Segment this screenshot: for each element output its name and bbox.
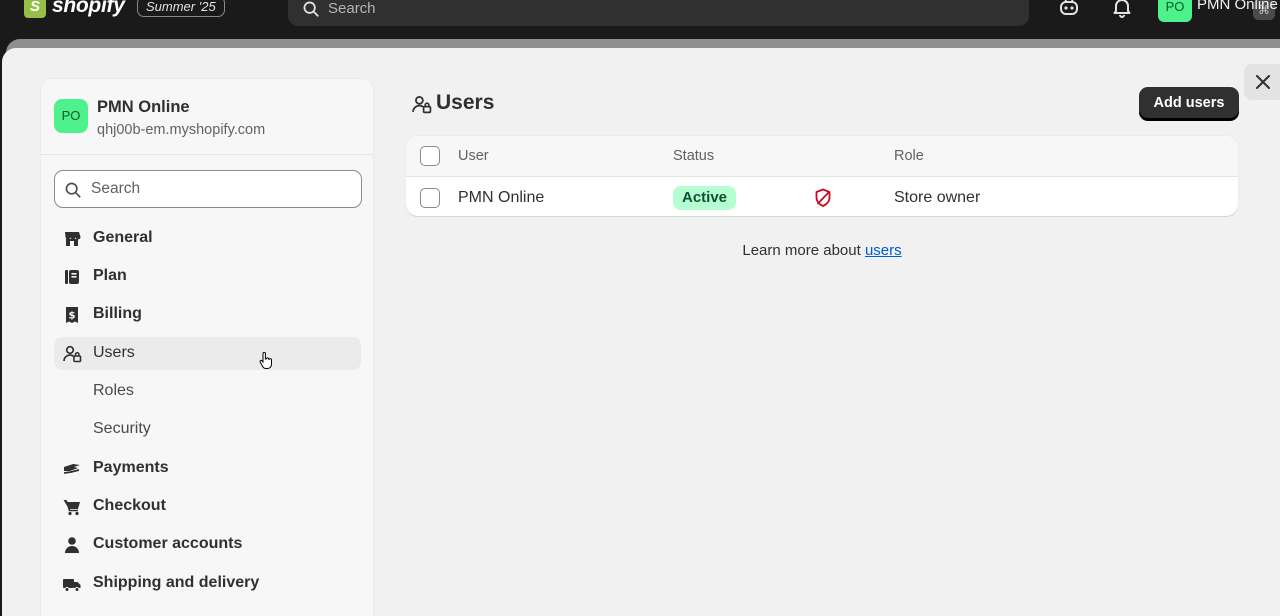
edition-badge[interactable]: Summer '25	[137, 0, 225, 17]
sidekick-icon[interactable]	[1058, 0, 1080, 18]
column-header-user[interactable]: User	[458, 148, 489, 164]
sidebar-item-users[interactable]: Users	[54, 337, 361, 370]
store-name: PMN Online	[97, 98, 190, 116]
store-domain: qhj00b-em.myshopify.com	[97, 122, 266, 138]
shield-slash-icon	[815, 188, 831, 207]
sidebar-item-plan[interactable]: Plan	[54, 260, 361, 293]
sidebar-item-label: General	[93, 229, 153, 246]
global-search-placeholder: Search	[328, 0, 376, 17]
shopify-bag-icon: S	[24, 0, 46, 18]
sidebar-item-label: Payments	[93, 459, 169, 476]
status-badge: Active	[673, 186, 737, 210]
sidebar-item-label: Shipping and delivery	[93, 574, 260, 591]
payments-icon	[63, 464, 80, 474]
row-checkbox[interactable]	[420, 188, 440, 208]
pointer-cursor-icon	[259, 352, 272, 369]
learn-more-users-link[interactable]: users	[865, 242, 902, 259]
column-header-status[interactable]: Status	[673, 148, 714, 164]
sidebar-item-security[interactable]: Security	[54, 413, 361, 446]
shopify-wordmark: shopify	[52, 0, 125, 17]
person-icon	[65, 537, 79, 553]
settings-search-field[interactable]	[54, 170, 362, 208]
store-avatar: PO	[54, 99, 88, 133]
learn-more-text: Learn more about users	[406, 242, 1238, 259]
sidebar-item-label: Security	[93, 420, 151, 437]
truck-icon	[63, 579, 81, 592]
account-store-name[interactable]: PMN Online	[1197, 0, 1278, 13]
svg-text:$: $	[69, 311, 76, 322]
page-title: Users	[436, 91, 495, 114]
user-role: Store owner	[894, 189, 981, 206]
select-all-checkbox[interactable]	[420, 146, 440, 166]
sidebar-item-roles[interactable]: Roles	[54, 375, 361, 408]
sidebar-item-label: Checkout	[93, 497, 166, 514]
column-header-role[interactable]: Role	[894, 148, 924, 164]
search-icon	[65, 182, 81, 198]
users-icon	[412, 95, 432, 114]
billing-icon: $	[66, 307, 78, 323]
users-table: User Status Role PMN Online Active Store…	[406, 136, 1238, 216]
settings-sidebar: PO PMN Online qhj00b-em.myshopify.com Ge…	[40, 78, 374, 616]
sidebar-item-billing[interactable]: $ Billing	[54, 298, 361, 331]
table-header: User Status Role	[406, 136, 1238, 177]
sidebar-item-label: Plan	[93, 267, 127, 284]
sidebar-item-label: Customer accounts	[93, 535, 243, 552]
cart-icon	[63, 500, 80, 516]
add-users-button[interactable]: Add users	[1139, 87, 1239, 120]
sidebar-item-label: Roles	[93, 382, 134, 399]
sidebar-item-customer-accounts[interactable]: Customer accounts	[54, 528, 361, 561]
plan-icon	[65, 270, 79, 284]
sidebar-item-payments[interactable]: Payments	[54, 452, 361, 485]
sidebar-item-general[interactable]: General	[54, 222, 361, 255]
settings-search-input[interactable]	[91, 177, 351, 201]
store-icon	[65, 232, 81, 246]
taxes-icon	[62, 612, 82, 616]
sidebar-item-label: Billing	[93, 305, 142, 322]
sidebar-item-partial[interactable]	[54, 605, 361, 616]
search-icon	[303, 1, 319, 17]
account-avatar[interactable]: PO	[1158, 0, 1192, 22]
store-card[interactable]: PO PMN Online qhj00b-em.myshopify.com	[41, 79, 373, 155]
sidebar-item-checkout[interactable]: Checkout	[54, 490, 361, 523]
sidebar-item-label: Users	[93, 344, 135, 361]
close-settings-button[interactable]	[1244, 64, 1280, 100]
close-icon	[1256, 75, 1270, 89]
user-name[interactable]: PMN Online	[458, 189, 544, 207]
global-search-input[interactable]: Search ⌘ K	[288, 0, 1275, 26]
shopify-logo[interactable]: S shopify	[24, 0, 125, 18]
sidebar-item-shipping[interactable]: Shipping and delivery	[54, 567, 361, 600]
users-icon	[63, 345, 82, 363]
learn-more-prefix: Learn more about	[742, 242, 865, 259]
bell-icon[interactable]	[1111, 0, 1133, 18]
top-bar: S shopify Summer '25 Search ⌘ K PO PMN O…	[0, 0, 1280, 38]
